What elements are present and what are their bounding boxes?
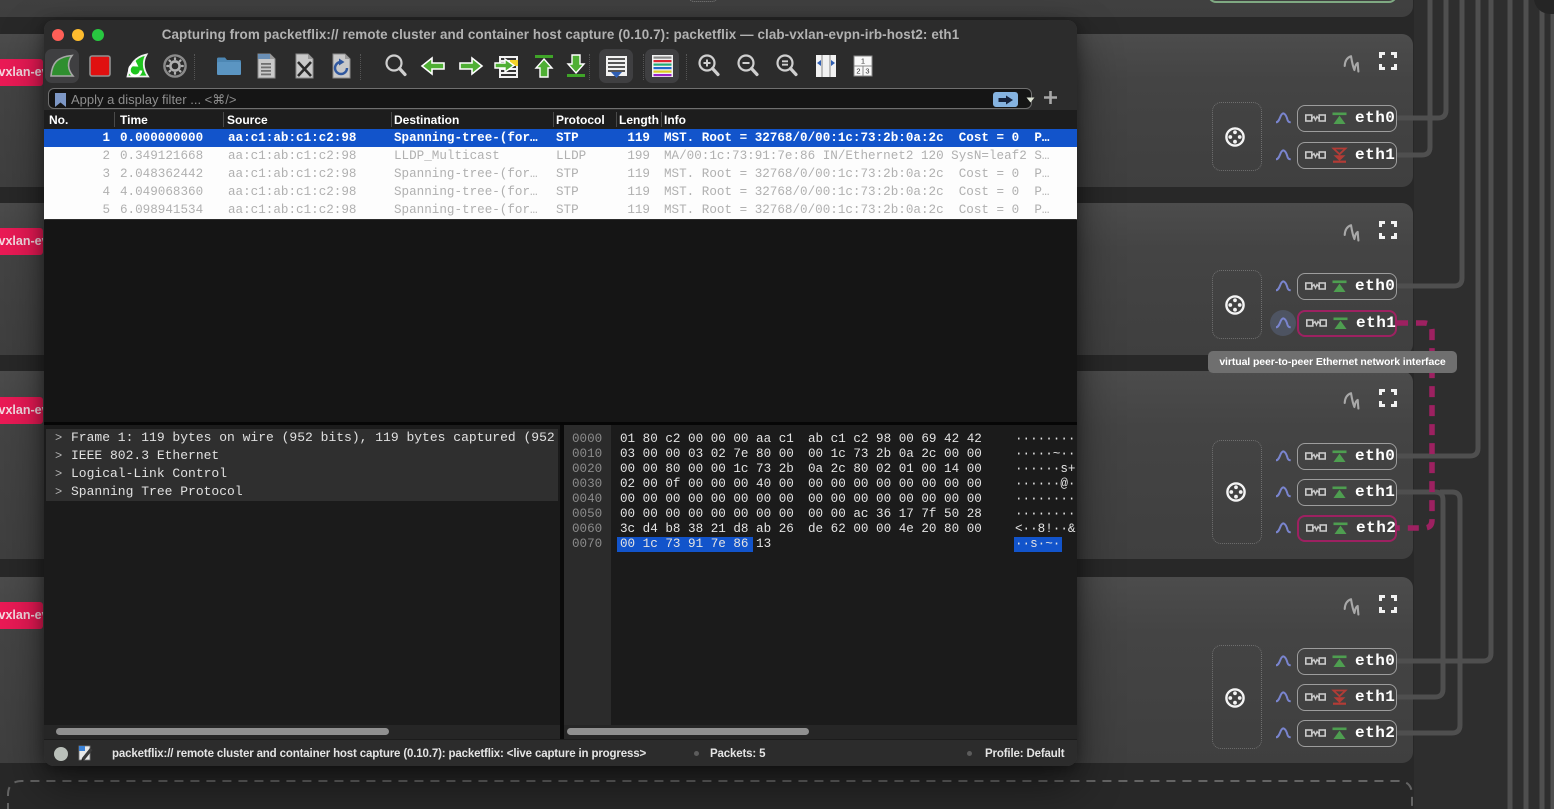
svg-text:3: 3 bbox=[865, 67, 869, 76]
svg-text:2: 2 bbox=[856, 67, 860, 76]
svg-text:1: 1 bbox=[861, 57, 865, 66]
